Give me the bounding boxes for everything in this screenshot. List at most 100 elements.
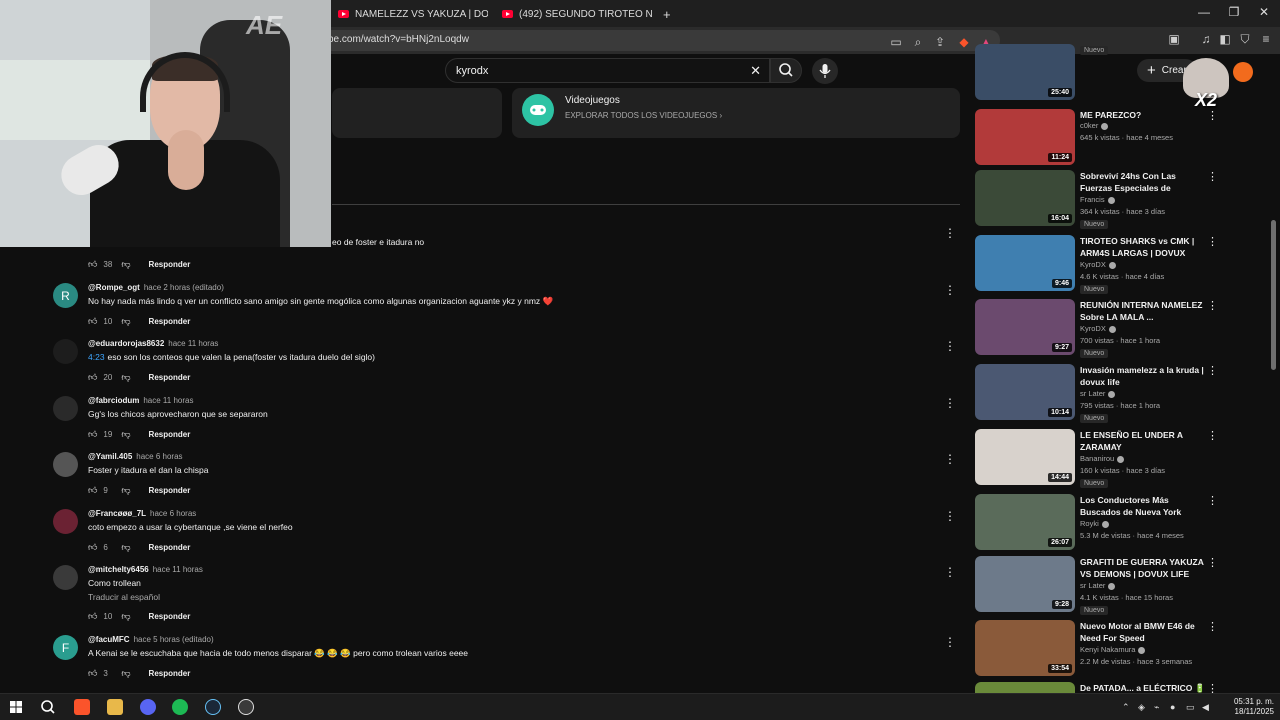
video-more-icon[interactable]: ⋮ [1207,299,1218,312]
reply-button[interactable]: Responder [149,669,191,678]
reply-button[interactable]: Responder [149,486,191,495]
comment-avatar[interactable]: F [53,635,78,660]
video-thumbnail[interactable]: 26:07 [975,494,1075,550]
video-title[interactable]: GRAFITI DE GUERRA YAKUZA VS DEMONS | DOV… [1080,556,1208,580]
new-tab-button[interactable]: + [663,4,677,24]
search-input[interactable]: kyrodx ✕ [445,58,770,83]
search-button[interactable] [770,58,802,83]
video-thumbnail[interactable]: 16:04 [975,170,1075,226]
channel-name[interactable]: sr Later [1080,581,1116,590]
obs-icon[interactable] [238,699,254,715]
recommendation-item[interactable]: 26:07 Los Conductores Más Buscados de Nue… [975,494,1275,552]
video-title[interactable]: Nuevo Motor al BMW E46 de Need For Speed [1080,620,1208,644]
channel-name[interactable]: KyroDX [1080,324,1116,333]
video-more-icon[interactable]: ⋮ [1207,556,1218,569]
comment-more-icon[interactable]: ⋮ [944,509,956,523]
video-thumbnail[interactable]: 9:28 [975,556,1075,612]
video-title[interactable]: ME PAREZCO? [1080,109,1208,121]
minimize-icon[interactable]: — [1194,5,1214,19]
tray-volume-icon[interactable]: ◀ [1202,702,1209,713]
recommendation-item[interactable]: 9:27 REUNIÓN INTERNA NAMELEZ Sobre LA MAL… [975,299,1275,358]
comment-avatar[interactable] [53,509,78,534]
video-thumbnail[interactable]: 14:44 [975,429,1075,485]
close-window-icon[interactable]: ✕ [1254,5,1274,19]
comment-author[interactable]: @facuMFC [88,635,130,644]
dislike-icon[interactable]: 👎︎ [121,542,130,553]
tray-usb-icon[interactable]: ⌁ [1154,702,1159,713]
comment-author[interactable]: @Yamil.405 [88,452,132,461]
share-icon[interactable]: ⇪ [932,35,948,49]
reply-button[interactable]: Responder [149,317,191,326]
clear-search-icon[interactable]: ✕ [750,63,761,79]
dislike-icon[interactable]: 👎︎ [121,316,130,327]
video-thumbnail[interactable]: 11:24 [975,109,1075,165]
like-icon[interactable]: 👍︎ [88,372,97,383]
translate-link[interactable]: Traducir al español [88,592,160,602]
dislike-icon[interactable]: 👎︎ [121,668,130,679]
video-title[interactable]: Sobreviví 24hs Con Las Fuerzas Especiale… [1080,170,1208,194]
comment-more-icon[interactable]: ⋮ [944,396,956,410]
channel-name[interactable]: KyroDX [1080,260,1116,269]
tray-mic-icon[interactable]: ● [1170,702,1175,712]
video-thumbnail[interactable]: 9:27 [975,299,1075,355]
recommendation-item[interactable]: 10:14 Invasión mamelezz a la kruda | dovu… [975,364,1275,423]
channel-name[interactable]: Kenyi Nakamura [1080,645,1146,654]
file-explorer-icon[interactable] [107,699,123,715]
like-icon[interactable]: 👍︎ [88,485,97,496]
tray-app-icon[interactable]: ◈ [1138,702,1145,713]
channel-name[interactable]: Francis [1080,195,1115,204]
discord-icon[interactable] [140,699,156,715]
brave-shield-icon[interactable]: ◆ [956,35,972,49]
cast-icon[interactable]: ▭ [888,35,904,49]
spotify-icon[interactable] [172,699,188,715]
tab-segundo-tiroteo[interactable]: (492) SEGUNDO TIROTEO NAMELEZ [502,4,652,24]
tab-namelezz-vs-yakuza[interactable]: NAMELEZZ VS YAKUZA | DOVUX LIFE [338,4,488,24]
comment-avatar[interactable] [53,452,78,477]
comment-author[interactable]: @Rompe_ogt [88,283,140,292]
recommendation-item[interactable]: 33:54 Nuevo Motor al BMW E46 de Need For … [975,620,1275,678]
category-explore-link[interactable]: EXPLORAR TODOS LOS VIDEOJUEGOS › [565,111,722,120]
category-card-partial[interactable] [332,88,502,138]
video-more-icon[interactable]: ⋮ [1207,170,1218,183]
comment-more-icon[interactable]: ⋮ [944,635,956,649]
video-title[interactable]: LE ENSEÑO EL UNDER A ZARAMAY [1080,429,1208,453]
comment-author[interactable]: @Francøøø_7L [88,509,146,518]
steam-icon[interactable] [205,699,221,715]
video-title[interactable]: TIROTEO SHARKS vs CMK | ARM4S LARGAS | D… [1080,235,1208,259]
recommendation-item[interactable]: 11:24 ME PAREZCO? c0ker 645 k vistas · hace… [975,109,1275,167]
channel-name[interactable]: c0ker [1080,121,1109,130]
dislike-icon[interactable]: 👎︎ [121,611,130,622]
video-more-icon[interactable]: ⋮ [1207,235,1218,248]
video-thumbnail[interactable]: 10:14 [975,364,1075,420]
reply-button[interactable]: Responder [149,543,191,552]
comment-author[interactable]: @fabrciodum [88,396,139,405]
like-icon[interactable]: 👍︎ [88,668,97,679]
channel-name[interactable]: Royki [1080,519,1109,528]
tray-network-icon[interactable]: ▭ [1186,702,1195,713]
video-more-icon[interactable]: ⋮ [1207,494,1218,507]
reply-button[interactable]: Responder [149,260,191,269]
video-more-icon[interactable]: ⋮ [1207,620,1218,633]
like-icon[interactable]: 👍︎ [88,429,97,440]
comment-more-icon[interactable]: ⋮ [944,283,956,297]
video-thumbnail[interactable]: 9:46 [975,235,1075,291]
zoom-icon[interactable]: ⌕ [910,35,926,50]
scrollbar[interactable] [1271,220,1276,370]
dislike-icon[interactable]: 👎︎ [121,429,130,440]
video-title[interactable]: Los Conductores Más Buscados de Nueva Yo… [1080,494,1208,518]
taskbar-search-icon[interactable] [40,699,56,715]
like-icon[interactable]: 👍︎ [88,611,97,622]
like-icon[interactable]: 👍︎ [88,316,97,327]
comment-more-icon[interactable]: ⋮ [944,452,956,466]
url-field[interactable]: be.com/watch?v=bHNj2nLoqdw ▭ ⌕ ⇪ ◆ ▲ [316,30,1000,51]
recommendation-item[interactable]: 16:04 Sobreviví 24hs Con Las Fuerzas Espe… [975,170,1275,229]
comment-avatar[interactable] [53,565,78,590]
brave-browser-icon[interactable] [74,699,90,715]
video-more-icon[interactable]: ⋮ [1207,429,1218,442]
video-title[interactable]: REUNIÓN INTERNA NAMELEZ Sobre LA MALA ..… [1080,299,1208,323]
video-thumbnail[interactable]: 25:40 [975,44,1075,100]
video-more-icon[interactable]: ⋮ [1207,364,1218,377]
video-thumbnail[interactable]: 33:54 [975,620,1075,676]
dislike-icon[interactable]: 👎︎ [121,372,130,383]
tray-expand-icon[interactable]: ⌃ [1122,702,1130,713]
